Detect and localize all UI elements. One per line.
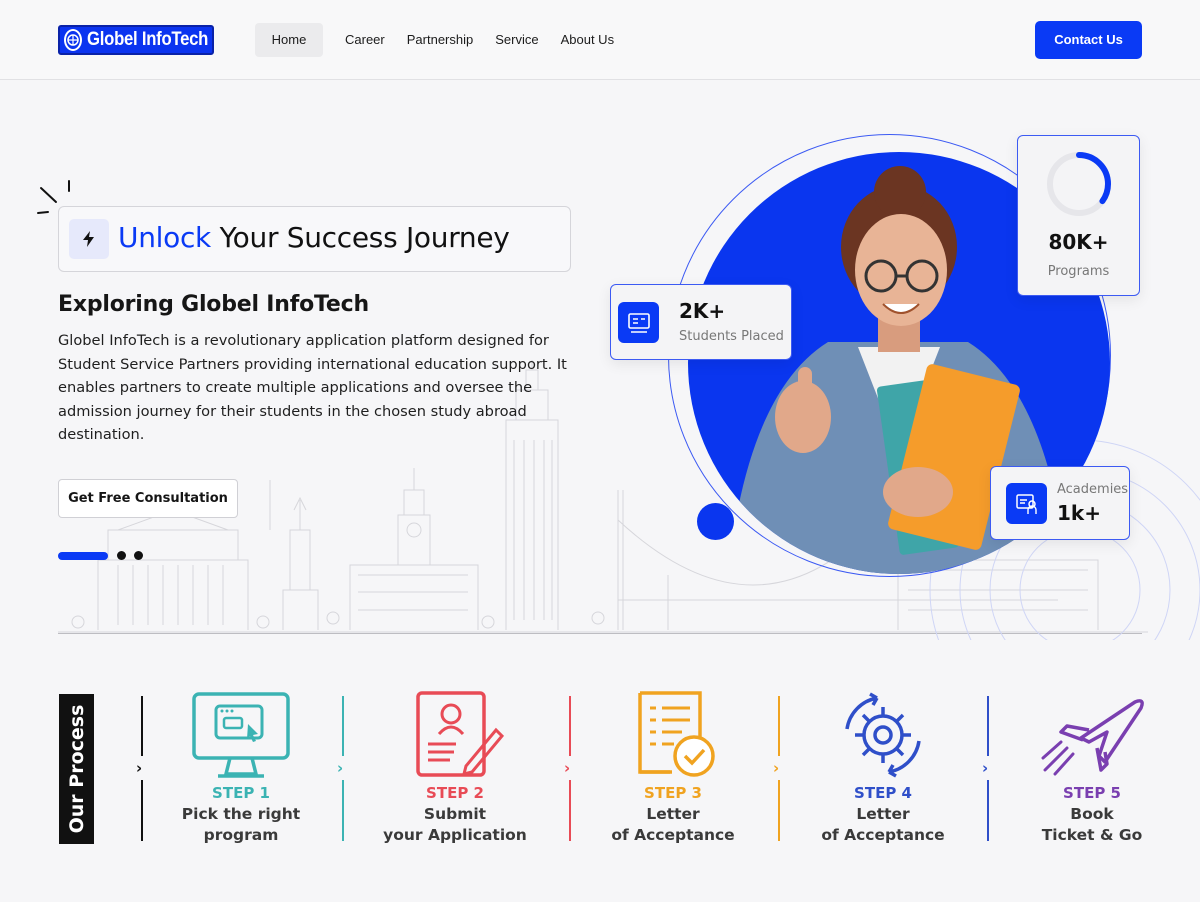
- step-number: STEP 4: [854, 784, 912, 802]
- hero-headline: Unlock Your Success Journey: [118, 221, 510, 254]
- step-title-line1: Letter: [646, 805, 700, 823]
- step-title-line1: Letter: [856, 805, 910, 823]
- brand-logo[interactable]: Globel InfoTech: [58, 25, 214, 55]
- students-placed-card: 2K+ Students Placed: [610, 284, 792, 360]
- step-title-line2: of Acceptance: [821, 826, 945, 844]
- teacher-board-icon: [1006, 483, 1047, 524]
- document-user-icon: [416, 691, 505, 777]
- academies-label: Academies: [1057, 482, 1129, 497]
- nav-link-home[interactable]: Home: [255, 23, 323, 57]
- step-number: STEP 2: [426, 784, 484, 802]
- process-step-4[interactable]: STEP 4 Letter of Acceptance: [783, 690, 983, 844]
- process-step-5[interactable]: STEP 5 Book Ticket & Go: [992, 690, 1192, 844]
- top-navbar: Globel InfoTech Home Career Partnership …: [0, 0, 1200, 80]
- carousel-indicator: [58, 551, 151, 560]
- logo-globe-icon: [64, 29, 82, 51]
- headline-card: Unlock Your Success Journey: [58, 206, 571, 272]
- chevron-right-icon: ›: [773, 759, 780, 777]
- process-step-3[interactable]: STEP 3 Letter of Acceptance: [573, 690, 773, 844]
- process-step-2[interactable]: STEP 2 Submit your Application: [355, 690, 555, 844]
- programs-value: 80K+: [1048, 230, 1109, 254]
- headline-rest: Your Success Journey: [219, 221, 510, 254]
- carousel-dot-active[interactable]: [58, 551, 108, 560]
- step-number: STEP 3: [644, 784, 702, 802]
- step-title-line1: Pick the right: [181, 805, 301, 823]
- process-step-1[interactable]: STEP 1 Pick the right program: [141, 690, 341, 844]
- headline-accent: Unlock: [118, 221, 211, 254]
- our-process-label: Our Process: [59, 694, 94, 844]
- step-title-line2: of Acceptance: [611, 826, 735, 844]
- logo-text: Globel InfoTech: [87, 29, 209, 50]
- students-placed-label: Students Placed: [679, 329, 784, 344]
- step-number: STEP 1: [212, 784, 270, 802]
- programs-card: 80K+ Programs: [1017, 135, 1140, 296]
- get-free-consultation-button[interactable]: Get Free Consultation: [58, 479, 238, 518]
- programs-label: Programs: [1047, 264, 1110, 279]
- hero-description: Globel InfoTech is a revolutionary appli…: [58, 332, 567, 443]
- contact-us-button[interactable]: Contact Us: [1035, 21, 1142, 59]
- nav-link-about-us[interactable]: About Us: [550, 23, 625, 57]
- hero-subtitle: Exploring Globel InfoTech: [58, 292, 369, 317]
- carousel-dot[interactable]: [117, 551, 126, 560]
- nav-links: Home Career Partnership Service About Us: [255, 23, 625, 57]
- monitor-icon: [192, 692, 290, 778]
- carousel-dot[interactable]: [134, 551, 143, 560]
- academies-value: 1k+: [1057, 501, 1101, 525]
- step-title-line2: program: [203, 826, 279, 844]
- gear-icon: [845, 692, 921, 778]
- step-title-line1: Book: [1070, 805, 1114, 823]
- our-process-text: Our Process: [65, 704, 88, 834]
- nav-link-career[interactable]: Career: [334, 23, 396, 57]
- step-title-line2: your Application: [383, 826, 527, 844]
- nav-link-service[interactable]: Service: [484, 23, 549, 57]
- step-number: STEP 5: [1063, 784, 1121, 802]
- chevron-right-icon: ›: [564, 759, 571, 777]
- step-title-line1: Submit: [423, 805, 487, 823]
- checked-document-icon: [638, 691, 715, 777]
- programs-progress-ring: [1047, 152, 1111, 216]
- nav-link-partnership[interactable]: Partnership: [396, 23, 484, 57]
- academies-card: Academies 1k+: [990, 466, 1130, 540]
- decorative-dot: [697, 503, 734, 540]
- airplane-icon: [1041, 699, 1144, 776]
- lightning-bolt-icon: [69, 219, 109, 259]
- presentation-board-icon: [618, 302, 659, 343]
- step-title-line2: Ticket & Go: [1041, 826, 1143, 844]
- students-placed-value: 2K+: [679, 299, 726, 323]
